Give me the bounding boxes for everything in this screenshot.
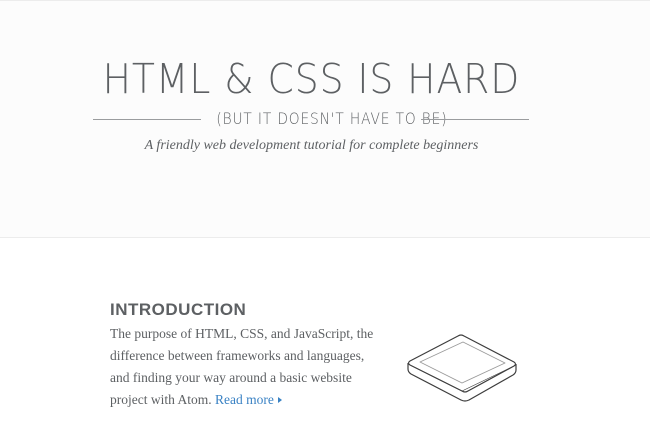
site-subtitle: (BUT IT DOESN'T HAVE TO BE) (216, 109, 448, 128)
introduction-section: INTRODUCTION The purpose of HTML, CSS, a… (0, 239, 650, 447)
subtitle-rule-left (93, 119, 201, 120)
site-tagline: A friendly web development tutorial for … (144, 138, 479, 153)
arrow-right-icon (277, 397, 282, 403)
tablet-top-face (407, 334, 517, 393)
subtitle-row: (BUT IT DOESN'T HAVE TO BE) (93, 108, 529, 130)
section-heading: INTRODUCTION (110, 300, 247, 319)
read-more-link[interactable]: Read more (215, 392, 282, 407)
read-more-label: Read more (215, 392, 274, 407)
hero-banner: HTML & CSS IS HARD (BUT IT DOESN'T HAVE … (0, 1, 650, 238)
site-title: HTML & CSS IS HARD (102, 55, 521, 103)
section-description: The purpose of HTML, CSS, and JavaScript… (110, 323, 375, 411)
subtitle-rule-right (421, 119, 529, 120)
tablet-icon (407, 334, 517, 402)
